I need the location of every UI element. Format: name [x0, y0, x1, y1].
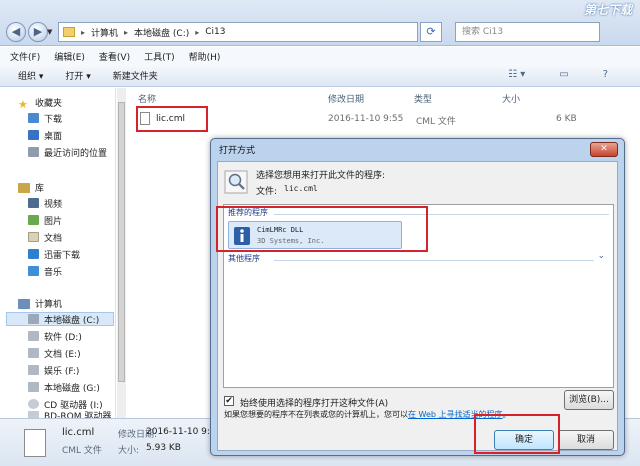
organize-button[interactable]: 组织 ▾ — [18, 69, 43, 82]
other-programs-label[interactable]: 其他程序 — [228, 253, 260, 264]
download-folder-icon — [28, 113, 39, 123]
sidebar-item-drive-e[interactable]: 文档 (E:) — [28, 346, 81, 360]
video-icon — [28, 198, 39, 208]
toolbar: 组织 ▾ 打开 ▾ 新建文件夹 ☷ ▾ ▭ ? — [0, 65, 640, 87]
sidebar-computer[interactable]: 计算机 — [18, 297, 62, 310]
drive-icon — [28, 314, 39, 324]
documents-icon — [28, 232, 39, 242]
menu-tools[interactable]: 工具(T) — [144, 50, 175, 63]
file-preview-icon — [24, 429, 46, 457]
search-input[interactable]: 搜索 Ci13 — [455, 22, 600, 42]
column-type[interactable]: 类型 — [414, 92, 432, 105]
close-icon[interactable]: ✕ — [590, 142, 618, 157]
column-headers: 名称 修改日期 类型 大小 — [128, 90, 640, 105]
always-use-label[interactable]: 始终使用选择的程序打开这种文件(A) — [240, 396, 388, 409]
navigation-scrollbar[interactable] — [117, 88, 126, 418]
sidebar-item-recent[interactable]: 最近访问的位置 — [28, 145, 107, 159]
computer-icon — [18, 298, 30, 309]
new-folder-button[interactable]: 新建文件夹 — [113, 69, 158, 82]
forward-button[interactable]: ▶ — [28, 22, 48, 42]
history-dropdown-icon[interactable]: ▼ — [47, 28, 52, 36]
magnifier-icon — [224, 170, 248, 194]
cd-drive-icon — [28, 399, 39, 409]
sidebar-item-music[interactable]: 音乐 — [28, 264, 62, 278]
sidebar-item-xunlei[interactable]: 迅雷下载 — [28, 247, 80, 261]
menu-file[interactable]: 文件(F) — [10, 50, 40, 63]
always-use-checkbox[interactable]: ✔ — [224, 396, 234, 406]
pictures-icon — [28, 215, 39, 225]
view-options-icon[interactable]: ☷ ▾ — [508, 69, 525, 80]
recent-places-icon — [28, 147, 39, 157]
file-size: 6 KB — [556, 114, 577, 124]
breadcrumb-item-ci13[interactable]: Ci13 — [205, 27, 225, 37]
sidebar-item-cd-drive[interactable]: CD 驱动器 (I:) — [28, 397, 103, 411]
desktop-icon — [28, 130, 39, 140]
drive-icon — [28, 382, 39, 392]
drive-icon — [28, 365, 39, 375]
address-bar-area: 第七下载 ◀ ▶ ▼ ▸ 计算机 ▸ 本地磁盘 (C:) ▸ Ci13 ⟳ 搜索… — [0, 0, 640, 46]
status-file-type: CML 文件 — [62, 446, 102, 456]
file-modified: 2016-11-10 9:55 — [328, 114, 404, 124]
breadcrumb[interactable]: ▸ 计算机 ▸ 本地磁盘 (C:) ▸ Ci13 — [58, 22, 418, 42]
thunder-download-icon — [28, 249, 39, 259]
site-watermark: 第七下载 — [583, 3, 632, 17]
chevron-down-icon[interactable]: ⌄ — [597, 251, 605, 261]
menu-view[interactable]: 查看(V) — [99, 50, 130, 63]
status-modified: 2016-11-10 9:5 — [146, 427, 216, 437]
drive-icon — [28, 348, 39, 358]
star-icon: ★ — [18, 97, 28, 111]
column-modified[interactable]: 修改日期 — [328, 92, 364, 105]
help-icon[interactable]: ? — [603, 69, 608, 80]
column-name[interactable]: 名称 — [138, 92, 156, 105]
music-icon — [28, 266, 39, 276]
navigation-pane: ★ 收藏夹 下载 桌面 最近访问的位置 库 视频 图片 文档 迅雷下载 音乐 计… — [0, 88, 116, 419]
sidebar-item-drive-f[interactable]: 娱乐 (F:) — [28, 363, 79, 377]
highlight-box-file — [136, 106, 208, 132]
open-button[interactable]: 打开 ▾ — [65, 69, 90, 82]
status-file-name: lic.cml — [62, 427, 95, 438]
file-type: CML 文件 — [416, 117, 456, 127]
browse-button[interactable]: 浏览(B)... — [564, 390, 614, 410]
folder-icon — [63, 27, 75, 37]
highlight-box-ok — [474, 414, 560, 454]
sidebar-item-videos[interactable]: 视频 — [28, 196, 62, 210]
cancel-button[interactable]: 取消 — [558, 430, 614, 450]
sidebar-item-desktop[interactable]: 桌面 — [28, 128, 62, 142]
menu-edit[interactable]: 编辑(E) — [54, 50, 85, 63]
preview-pane-icon[interactable]: ▭ — [559, 69, 568, 80]
dialog-prompt: 选择您想用来打开此文件的程序: — [256, 171, 386, 181]
menu-help[interactable]: 帮助(H) — [189, 50, 221, 63]
hint-text: 如果您想要的程序不在列表或您的计算机上，您可以在 Web 上寻找适当的程序。 — [224, 410, 511, 419]
breadcrumb-item-computer[interactable]: 计算机 — [91, 26, 118, 39]
dialog-title: 打开方式 — [219, 146, 256, 156]
sidebar-item-documents[interactable]: 文档 — [28, 230, 62, 244]
dialog-file-name: lic.cml — [284, 184, 318, 193]
file-label: 文件: — [256, 187, 278, 197]
back-button[interactable]: ◀ — [6, 22, 26, 42]
sidebar-libraries[interactable]: 库 — [18, 181, 44, 194]
library-icon — [18, 182, 30, 193]
open-with-dialog: 打开方式 ✕ 选择您想用来打开此文件的程序: 文件: lic.cml 推荐的程序… — [210, 138, 625, 456]
refresh-icon[interactable]: ⟳ — [420, 22, 442, 42]
drive-icon — [28, 331, 39, 341]
sidebar-favorites[interactable]: ★ 收藏夹 — [18, 96, 62, 111]
column-size[interactable]: 大小 — [502, 92, 520, 105]
sidebar-item-downloads[interactable]: 下载 — [28, 111, 62, 125]
menu-bar: 文件(F) 编辑(E) 查看(V) 工具(T) 帮助(H) — [0, 47, 640, 65]
sidebar-item-drive-d[interactable]: 软件 (D:) — [28, 329, 82, 343]
highlight-box-program — [216, 206, 428, 252]
sidebar-item-pictures[interactable]: 图片 — [28, 213, 62, 227]
dialog-body: 选择您想用来打开此文件的程序: 文件: lic.cml 推荐的程序 CimLMR… — [217, 161, 618, 451]
breadcrumb-item-drive-c[interactable]: 本地磁盘 (C:) — [134, 26, 189, 39]
sidebar-item-drive-g[interactable]: 本地磁盘 (G:) — [28, 380, 100, 394]
status-size: 5.93 KB — [146, 443, 181, 453]
sidebar-item-drive-c[interactable]: 本地磁盘 (C:) — [6, 312, 114, 326]
status-size-label: 大小: — [118, 446, 140, 456]
